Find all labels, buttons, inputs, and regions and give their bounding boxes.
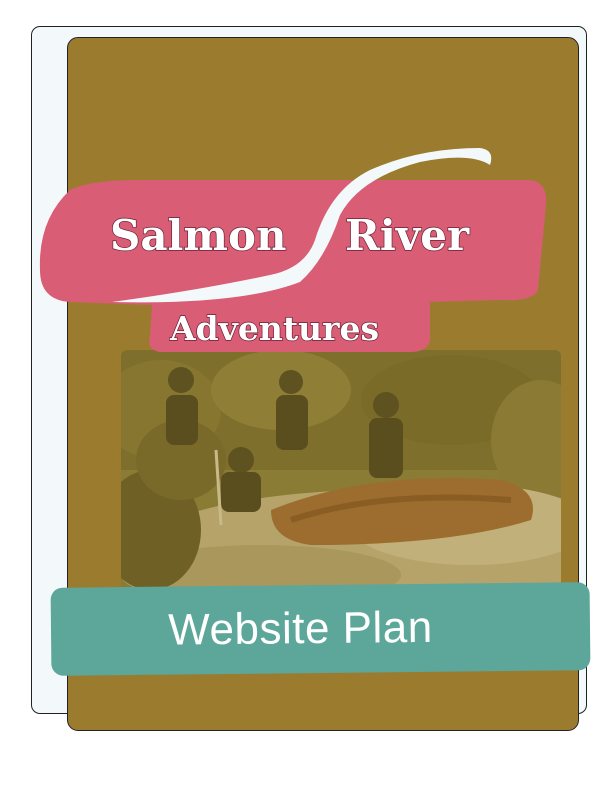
subtitle-adventures: Adventures — [169, 309, 379, 348]
document-type-label: Website Plan — [168, 602, 433, 655]
title-word-1: Salmon — [110, 211, 287, 260]
title-word-2: River — [345, 211, 470, 260]
document-type-bar: Website Plan — [50, 582, 591, 676]
